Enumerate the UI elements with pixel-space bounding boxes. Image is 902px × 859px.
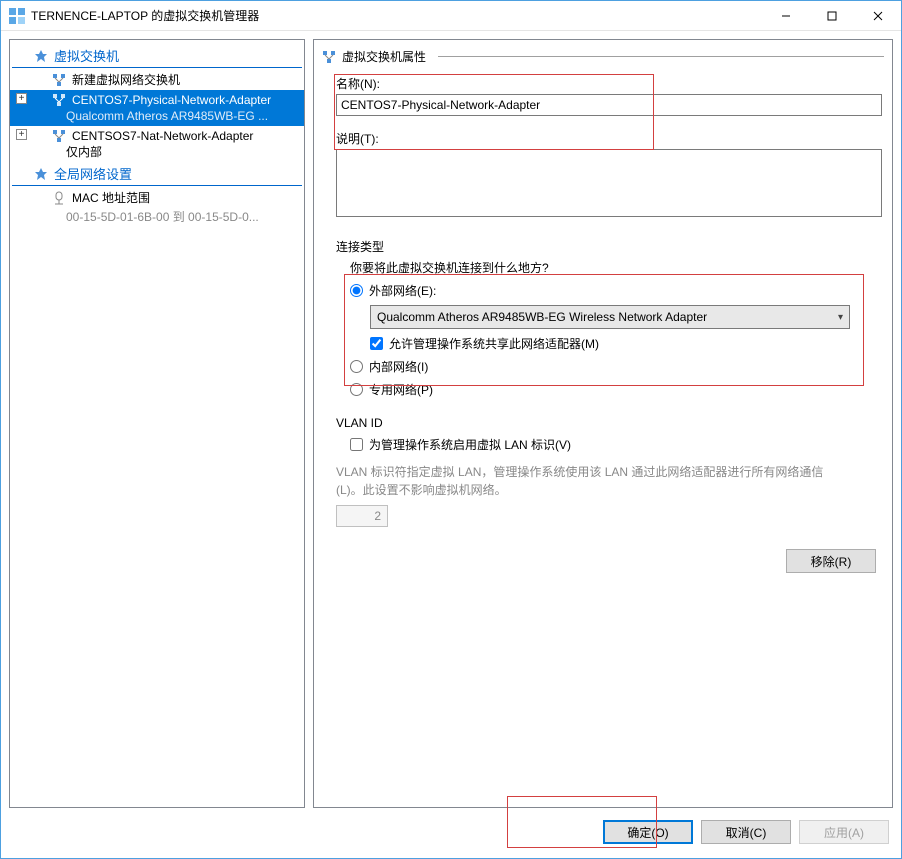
switch-item-physical[interactable]: + CENTOS7-Physical-Network-Adapter Qualc…	[10, 90, 304, 126]
star-icon	[34, 49, 48, 63]
switch-item-nat[interactable]: + CENTSOS7-Nat-Network-Adapter 仅内部	[10, 126, 304, 162]
nic-icon	[52, 191, 66, 205]
close-button[interactable]	[855, 1, 901, 31]
mac-range-value: 00-15-5D-01-6B-00 到 00-15-5D-0...	[10, 208, 304, 225]
conn-question: 你要将此虚拟交换机连接到什么地方?	[350, 259, 884, 276]
internal-radio-label: 内部网络(I)	[369, 358, 428, 375]
switch-name-label: CENTSOS7-Nat-Network-Adapter	[72, 128, 253, 144]
new-switch-label: 新建虚拟网络交换机	[72, 72, 180, 88]
titlebar: TERNENCE-LAPTOP 的虚拟交换机管理器	[1, 1, 901, 31]
share-checkbox[interactable]: 允许管理操作系统共享此网络适配器(M)	[370, 335, 884, 352]
new-switch-item[interactable]: 新建虚拟网络交换机	[10, 70, 304, 90]
properties-header-label: 虚拟交换机属性	[342, 48, 426, 65]
cancel-button[interactable]: 取消(C)	[701, 820, 791, 844]
chevron-down-icon: ▾	[838, 312, 843, 323]
remove-button[interactable]: 移除(R)	[786, 549, 876, 573]
external-radio[interactable]: 外部网络(E):	[350, 282, 884, 299]
name-label: 名称(N):	[336, 75, 884, 92]
tree-panel: 虚拟交换机 新建虚拟网络交换机 + CENTOS7-Physical-Netwo…	[9, 39, 305, 808]
window-title: TERNENCE-LAPTOP 的虚拟交换机管理器	[31, 7, 763, 24]
vswitch-header: 虚拟交换机	[12, 44, 302, 68]
adapter-select[interactable]: Qualcomm Atheros AR9485WB-EG Wireless Ne…	[370, 305, 850, 329]
rule	[438, 56, 884, 57]
global-header: 全局网络设置	[12, 162, 302, 186]
expander-icon[interactable]: +	[16, 93, 27, 104]
switch-sub-label: 仅内部	[32, 144, 298, 160]
desc-input[interactable]	[336, 149, 882, 217]
ok-button[interactable]: 确定(O)	[603, 820, 693, 844]
mac-label: MAC 地址范围	[72, 190, 150, 206]
desc-label: 说明(T):	[336, 130, 884, 147]
vlan-desc: VLAN 标识符指定虚拟 LAN，管理操作系统使用该 LAN 通过此网络适配器进…	[336, 463, 846, 499]
dialog-footer: 确定(O) 取消(C) 应用(A)	[1, 816, 901, 858]
star-icon	[34, 167, 48, 181]
network-icon	[52, 129, 66, 143]
switch-sub-label: Qualcomm Atheros AR9485WB-EG ...	[32, 108, 298, 124]
mac-range-item[interactable]: MAC 地址范围	[10, 188, 304, 208]
external-radio-label: 外部网络(E):	[369, 282, 436, 299]
private-radio[interactable]: 专用网络(P)	[350, 381, 884, 398]
minimize-button[interactable]	[763, 1, 809, 31]
apply-button: 应用(A)	[799, 820, 889, 844]
expander-icon[interactable]: +	[16, 129, 27, 140]
private-radio-label: 专用网络(P)	[369, 381, 433, 398]
vlan-enable-checkbox[interactable]: 为管理操作系统启用虚拟 LAN 标识(V)	[350, 436, 884, 453]
network-icon	[52, 73, 66, 87]
network-icon	[52, 93, 66, 107]
content-area: 虚拟交换机 新建虚拟网络交换机 + CENTOS7-Physical-Netwo…	[1, 31, 901, 816]
vlan-enable-label: 为管理操作系统启用虚拟 LAN 标识(V)	[369, 436, 571, 453]
properties-panel: 虚拟交换机属性 名称(N): 说明(T): 连接类型 你要将此虚拟交换机连接到什…	[313, 39, 893, 808]
vlan-id-input: 2	[336, 505, 388, 527]
global-header-label: 全局网络设置	[54, 164, 132, 183]
name-input[interactable]	[336, 94, 882, 116]
internal-radio[interactable]: 内部网络(I)	[350, 358, 884, 375]
hyperv-icon	[9, 8, 25, 24]
switch-name-label: CENTOS7-Physical-Network-Adapter	[72, 92, 271, 108]
vlan-header: VLAN ID	[336, 416, 884, 430]
conn-type-label: 连接类型	[336, 238, 884, 255]
window-controls	[763, 1, 901, 31]
network-icon	[322, 50, 336, 64]
adapter-value: Qualcomm Atheros AR9485WB-EG Wireless Ne…	[377, 310, 707, 324]
share-label: 允许管理操作系统共享此网络适配器(M)	[389, 335, 599, 352]
window-frame: TERNENCE-LAPTOP 的虚拟交换机管理器 虚拟交换机 新建虚拟网络交换…	[0, 0, 902, 859]
properties-header: 虚拟交换机属性	[322, 48, 884, 65]
maximize-button[interactable]	[809, 1, 855, 31]
vswitch-header-label: 虚拟交换机	[54, 46, 119, 65]
